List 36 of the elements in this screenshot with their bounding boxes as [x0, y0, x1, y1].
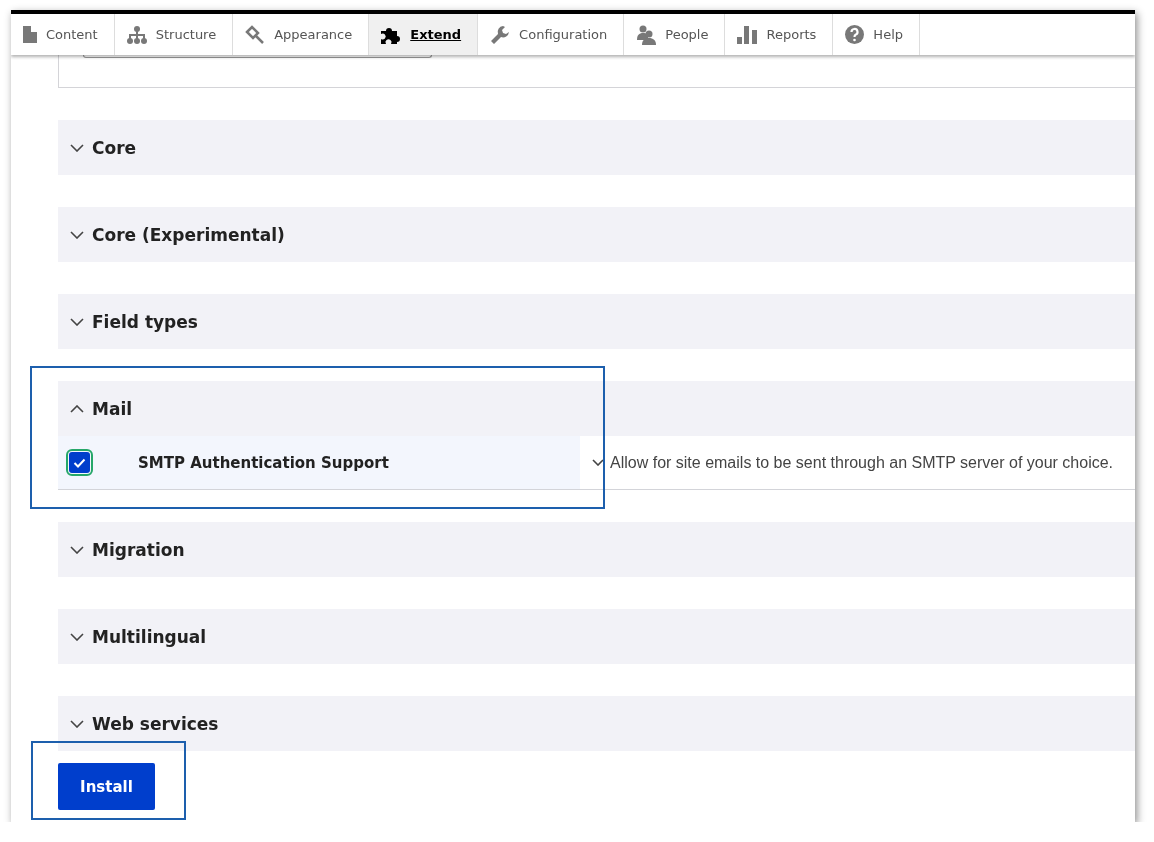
bar-chart-icon	[737, 25, 758, 44]
chevron-down-icon	[70, 545, 84, 554]
input-field[interactable]	[83, 55, 432, 58]
toolbar-tab[interactable]: Reports	[725, 14, 834, 55]
chevron-down-icon	[70, 143, 84, 152]
chevron-down-icon	[70, 719, 84, 728]
module-description: Allow for site emails to be sent through an SMTP server of your choice.	[610, 453, 1114, 472]
toolbar-tab[interactable]: People	[624, 14, 726, 55]
brush-icon	[245, 24, 266, 45]
toolbar-tab[interactable]: Configuration	[478, 14, 625, 55]
help-icon	[845, 25, 865, 44]
hierarchy-icon	[126, 25, 147, 44]
toolbar-tab[interactable]: Structure	[114, 14, 234, 55]
chevron-down-icon	[70, 230, 84, 239]
group-header[interactable]: Web services	[58, 696, 1135, 751]
group-header[interactable]: Multilingual	[58, 609, 1135, 664]
group-header[interactable]: Field types	[58, 294, 1135, 349]
people-icon	[636, 24, 657, 45]
module-name: SMTP Authentication Support	[138, 453, 389, 472]
chevron-down-icon	[70, 317, 84, 326]
puzzle-piece-icon	[381, 25, 402, 44]
group-header[interactable]: Core	[58, 120, 1135, 175]
chevron-down-icon	[70, 632, 84, 641]
checkbox[interactable]	[69, 452, 90, 473]
group-header[interactable]: Migration	[58, 522, 1135, 577]
chevron-down-icon[interactable]	[592, 459, 604, 466]
wrench-icon	[490, 24, 511, 45]
chevron-up-icon	[70, 404, 84, 413]
check-icon	[73, 457, 86, 468]
page-icon	[23, 26, 37, 43]
toolbar-tab[interactable]: Extend	[369, 14, 479, 55]
toolbar-tab[interactable]: Help	[833, 14, 920, 55]
toolbar-tab[interactable]: Content	[11, 14, 115, 55]
group-header[interactable]: Mail	[58, 381, 1135, 436]
group-header[interactable]: Core (Experimental)	[58, 207, 1135, 262]
install-button[interactable]: Install	[58, 763, 155, 810]
